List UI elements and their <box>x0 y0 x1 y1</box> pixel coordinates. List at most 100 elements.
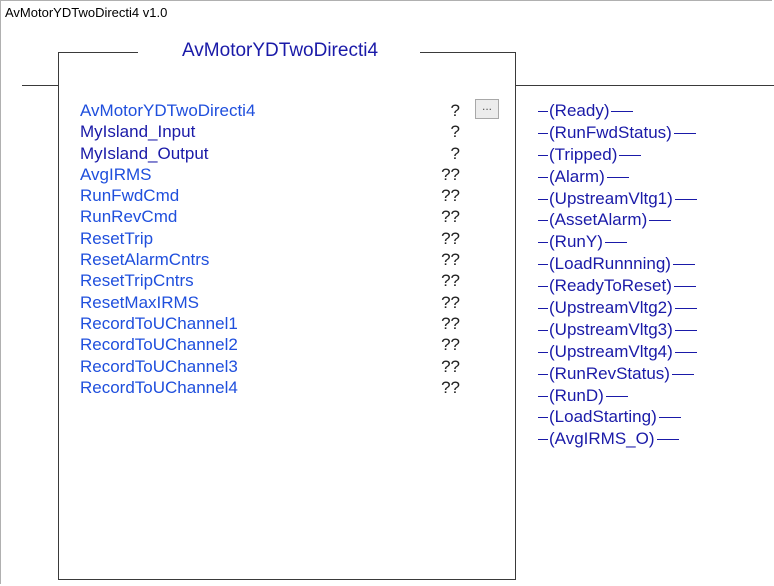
param-value[interactable]: ? <box>420 143 460 164</box>
output-coil[interactable]: (UpstreamVltg3) <box>538 319 772 341</box>
coil-right-paren: ) <box>666 276 672 296</box>
coil-lead <box>538 417 548 419</box>
param-row[interactable]: AvMotorYDTwoDirecti4? <box>80 100 500 121</box>
coil-tag: Alarm <box>554 166 600 186</box>
param-row[interactable]: RunFwdCmd?? <box>80 185 500 206</box>
param-row[interactable]: RecordToUChannel2?? <box>80 334 500 355</box>
param-name: ResetAlarmCntrs <box>80 250 210 270</box>
output-coil[interactable]: (RunRevStatus) <box>538 363 772 385</box>
coil-tail <box>611 111 634 113</box>
param-row[interactable]: AvgIRMS?? <box>80 164 500 185</box>
output-coil[interactable]: (RunD) <box>538 385 772 407</box>
coil-tail <box>656 439 679 441</box>
param-value[interactable]: ?? <box>420 206 460 227</box>
coil-right-paren: ) <box>597 232 603 252</box>
output-coil[interactable]: (AvgIRMS_O) <box>538 428 772 450</box>
param-name: RunFwdCmd <box>80 186 180 206</box>
coil-lead <box>538 329 548 331</box>
param-row[interactable]: RecordToUChannel3?? <box>80 356 500 377</box>
coil-tag: LoadStarting <box>554 407 652 427</box>
param-name: RecordToUChannel3 <box>80 356 238 376</box>
param-row[interactable]: MyIsland_Output? <box>80 143 500 164</box>
param-row[interactable]: ResetTrip?? <box>80 228 500 249</box>
coil-right-paren: ) <box>666 122 672 142</box>
param-value[interactable]: ?? <box>420 185 460 206</box>
block-top-edge-right <box>420 52 516 53</box>
coil-right-paren: ) <box>667 319 673 339</box>
coil-tag: RunRevStatus <box>554 363 665 383</box>
output-coil[interactable]: (RunFwdStatus) <box>538 122 772 144</box>
coil-tag: Ready <box>554 101 604 120</box>
param-value[interactable]: ?? <box>420 334 460 355</box>
coil-tail <box>619 154 642 156</box>
coil-tag: LoadRunnning <box>554 254 666 274</box>
param-row[interactable]: ResetMaxIRMS?? <box>80 292 500 313</box>
param-row[interactable]: RecordToUChannel1?? <box>80 313 500 334</box>
coil-lead <box>538 373 548 375</box>
param-value[interactable]: ?? <box>420 228 460 249</box>
coil-tail <box>673 286 696 288</box>
coil-right-paren: ) <box>641 210 648 230</box>
param-value[interactable]: ?? <box>420 164 460 185</box>
coil-right-paren: ) <box>665 254 671 274</box>
output-coil[interactable]: (ReadyToReset) <box>538 275 772 297</box>
coil-tail <box>673 132 696 134</box>
coil-lead <box>538 439 548 441</box>
coil-lead <box>538 198 548 200</box>
coil-tail <box>606 176 629 178</box>
coil-lead <box>538 132 548 134</box>
coil-tail <box>674 329 697 331</box>
param-value[interactable]: ?? <box>420 313 460 334</box>
param-row[interactable]: ResetTripCntrs?? <box>80 270 500 291</box>
param-value[interactable]: ?? <box>420 270 460 291</box>
output-coil[interactable]: (RunY) <box>538 231 772 253</box>
param-row[interactable]: RunRevCmd?? <box>80 206 500 227</box>
param-name: ResetTripCntrs <box>80 271 194 291</box>
param-name: MyIsland_Output <box>80 143 209 163</box>
coil-lead <box>538 154 548 156</box>
coil-right-paren: ) <box>611 144 618 164</box>
param-value[interactable]: ? <box>420 121 460 142</box>
coil-lead <box>538 242 548 244</box>
output-coil[interactable]: (UpstreamVltg1) <box>538 188 772 210</box>
coil-tail <box>674 198 697 200</box>
coil-tail <box>649 220 672 222</box>
param-row[interactable]: MyIsland_Input? <box>80 121 500 142</box>
param-value[interactable]: ?? <box>420 292 460 313</box>
coil-lead <box>538 308 548 310</box>
param-row[interactable]: RecordToUChannel4?? <box>80 377 500 398</box>
param-value[interactable]: ?? <box>420 356 460 377</box>
output-coil-list: (Ready) (RunFwdStatus) (Tripped) (Alarm)… <box>538 100 772 450</box>
coil-right-paren: ) <box>667 341 673 361</box>
param-value[interactable]: ?? <box>420 377 460 398</box>
output-coil[interactable]: (Tripped) <box>538 144 772 166</box>
output-coil[interactable]: (UpstreamVltg2) <box>538 297 772 319</box>
param-name: RecordToUChannel2 <box>80 335 238 355</box>
coil-lead <box>538 264 548 266</box>
coil-tail <box>674 351 697 353</box>
coil-tag: RunY <box>554 232 598 252</box>
coil-tail <box>674 308 697 310</box>
coil-tag: UpstreamVltg4 <box>554 341 668 361</box>
param-value[interactable]: ?? <box>420 249 460 270</box>
coil-right-paren: ) <box>603 101 610 120</box>
param-value[interactable]: ? <box>420 100 460 121</box>
coil-right-paren: ) <box>667 298 673 318</box>
coil-tag: UpstreamVltg2 <box>554 298 668 318</box>
output-coil[interactable]: (AssetAlarm) <box>538 209 772 231</box>
output-coil[interactable]: (LoadRunnning) <box>538 253 772 275</box>
output-coil[interactable]: (UpstreamVltg4) <box>538 341 772 363</box>
coil-right-paren: ) <box>648 429 655 449</box>
output-coil[interactable]: (Alarm) <box>538 166 772 188</box>
coil-right-paren: ) <box>664 363 670 383</box>
coil-tag: RunFwdStatus <box>554 122 667 142</box>
param-row[interactable]: ResetAlarmCntrs?? <box>80 249 500 270</box>
coil-tail <box>658 417 681 419</box>
param-name: ResetMaxIRMS <box>80 292 200 312</box>
output-coil[interactable]: (Ready) <box>538 100 772 122</box>
coil-tag: ReadyToReset <box>554 276 667 296</box>
coil-tag: Tripped <box>554 144 612 164</box>
output-coil[interactable]: (LoadStarting) <box>538 406 772 428</box>
coil-lead <box>538 286 548 288</box>
input-rail <box>22 85 58 86</box>
